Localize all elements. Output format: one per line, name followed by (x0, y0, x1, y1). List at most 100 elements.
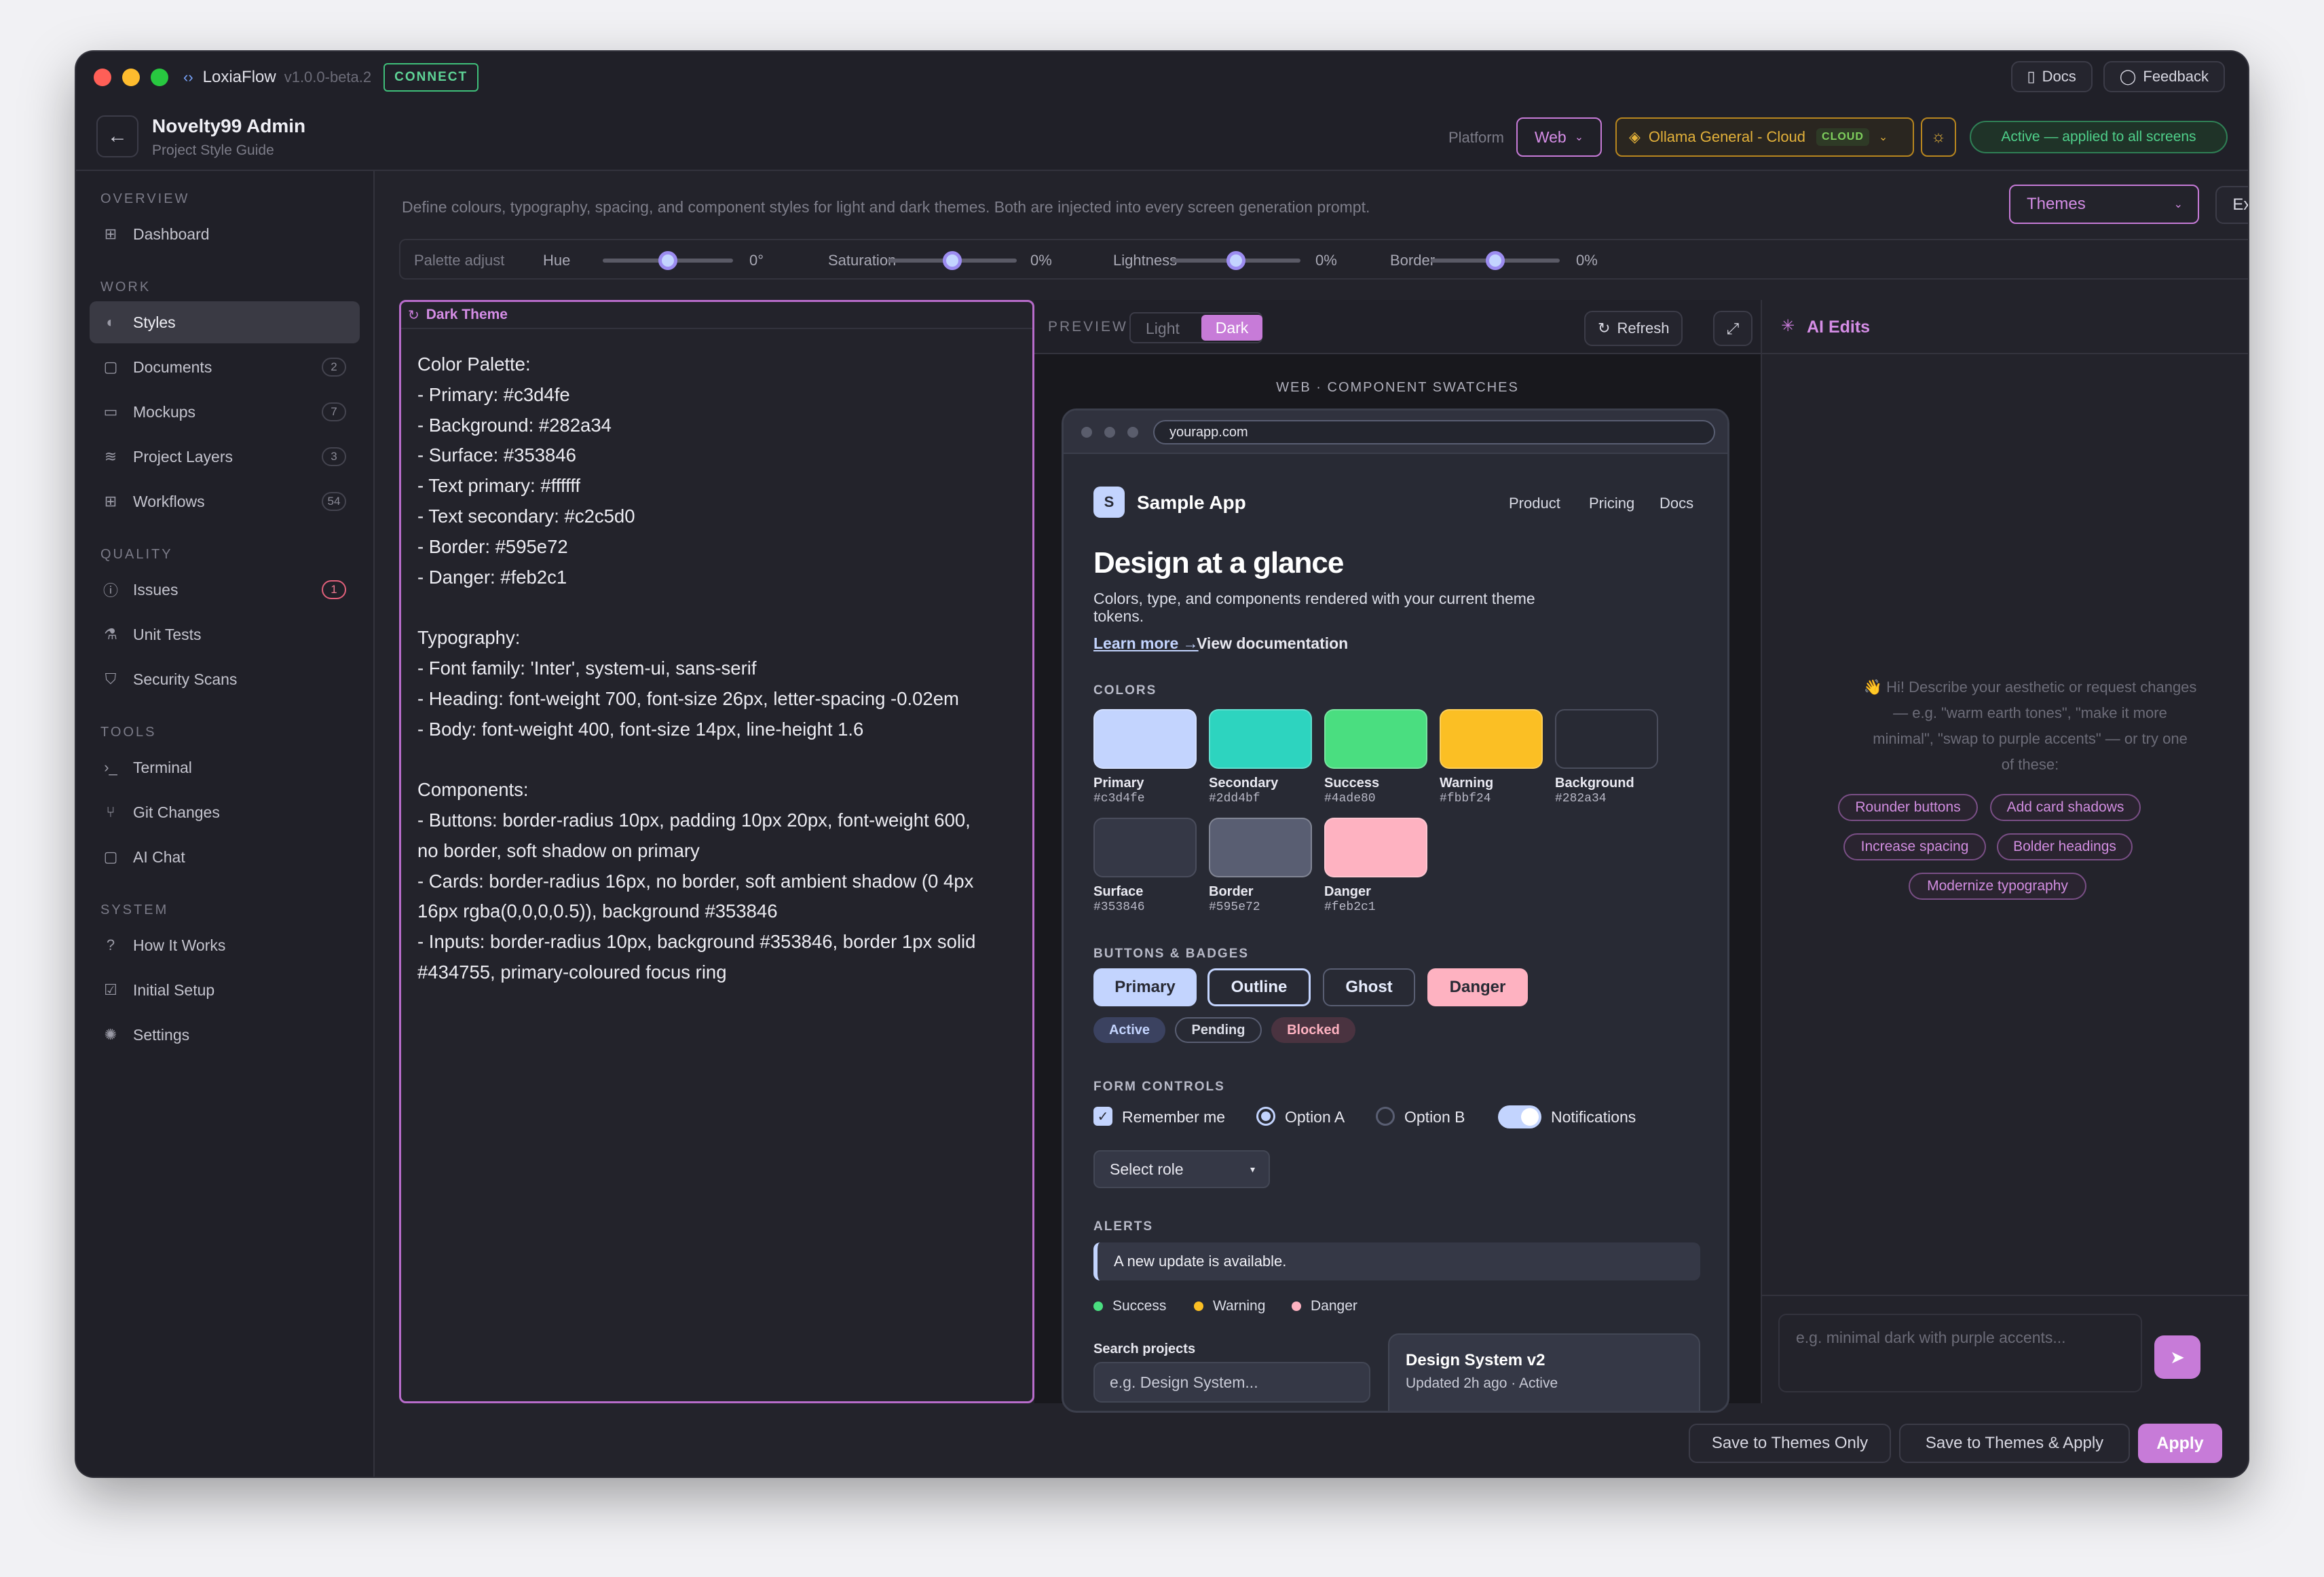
editor-line: - Danger: #feb2c1 (417, 566, 567, 588)
page-description: Define colours, typography, spacing, and… (402, 198, 1370, 216)
saturation-slider[interactable] (888, 251, 1017, 270)
sidebar-item-git-changes[interactable]: ⑂ Git Changes (90, 791, 360, 833)
sidebar-item-mockups[interactable]: ▭ Mockups 7 (90, 391, 360, 433)
swatch-name: Border (1209, 884, 1254, 899)
editor-line: - Body: font-weight 400, font-size 14px,… (417, 718, 864, 740)
close-window-icon[interactable] (94, 69, 111, 86)
sidebar-item-security-scans[interactable]: ⛉ Security Scans (90, 658, 360, 700)
docs-button[interactable]: ▯ Docs (2010, 61, 2093, 92)
feedback-button[interactable]: ◯ Feedback (2103, 61, 2225, 92)
warning-dot-icon (1194, 1302, 1203, 1311)
learn-more-link[interactable]: Learn more → (1093, 634, 1199, 653)
themes-select[interactable]: Themes ⌄ (2009, 185, 2199, 224)
workflows-count: 54 (322, 492, 346, 511)
sidebar-item-initial-setup[interactable]: ☑ Initial Setup (90, 969, 360, 1011)
chip-add-card-shadows[interactable]: Add card shadows (1990, 794, 2141, 821)
sidebar-section-system: SYSTEM (100, 902, 169, 917)
ghost-button[interactable]: Ghost (1323, 968, 1415, 1006)
swatch-secondary[interactable] (1209, 709, 1312, 769)
palette-adjust-label: Palette adjust (414, 252, 505, 269)
border-slider-knob[interactable] (1486, 251, 1505, 270)
issues-count: 1 (322, 580, 346, 599)
sidebar-item-dashboard[interactable]: ⊞ Dashboard (90, 213, 360, 255)
save-themes-apply-button[interactable]: Save to Themes & Apply (1899, 1424, 2130, 1463)
swatch-hex: #2dd4bf (1209, 792, 1260, 805)
mode-dark-button[interactable]: Dark (1201, 315, 1262, 341)
refresh-button[interactable]: ↻ Refresh (1584, 311, 1683, 346)
role-select[interactable]: Select role ▾ (1093, 1150, 1270, 1188)
project-card[interactable]: Design System v2 Updated 2h ago · Active (1388, 1333, 1700, 1411)
notifications-toggle[interactable] (1498, 1105, 1541, 1128)
send-button[interactable]: ➤ (2154, 1335, 2200, 1379)
export-button[interactable]: Export (2215, 186, 2248, 224)
option-a-radio[interactable] (1256, 1107, 1275, 1126)
danger-button[interactable]: Danger (1427, 968, 1528, 1006)
editor-line: - Primary: #c3d4fe (417, 383, 570, 405)
sidebar-item-unit-tests[interactable]: ⚗ Unit Tests (90, 613, 360, 656)
sample-nav-product[interactable]: Product (1509, 495, 1560, 512)
theme-sun-button[interactable]: ☼ (1921, 117, 1956, 157)
view-docs-link[interactable]: View documentation (1197, 634, 1348, 653)
swatch-danger[interactable] (1324, 818, 1427, 877)
chip-modernize-typography[interactable]: Modernize typography (1909, 873, 2086, 900)
chevron-down-icon: ⌄ (1574, 132, 1584, 143)
sidebar-item-workflows[interactable]: ⊞ Workflows 54 (90, 480, 360, 522)
outline-button[interactable]: Outline (1207, 968, 1311, 1006)
sidebar-item-ai-chat[interactable]: ▢ AI Chat (90, 836, 360, 878)
expand-button[interactable]: ⤢ (1713, 311, 1753, 346)
main-content: Define colours, typography, spacing, and… (375, 171, 2248, 1477)
swatch-success[interactable] (1324, 709, 1427, 769)
editor-line: - Text secondary: #c2c5d0 (417, 505, 635, 527)
browser-dot-icon (1104, 427, 1115, 438)
sidebar-section-overview: OVERVIEW (100, 191, 190, 206)
option-b-radio[interactable] (1376, 1107, 1395, 1126)
sidebar-item-issues[interactable]: ⓘ Issues 1 (90, 569, 360, 611)
swatch-border[interactable] (1209, 818, 1312, 877)
model-select[interactable]: ◈ Ollama General - Cloud CLOUD ⌄ (1615, 117, 1914, 157)
swatch-primary[interactable] (1093, 709, 1197, 769)
chip-increase-spacing[interactable]: Increase spacing (1843, 833, 1986, 860)
back-button[interactable]: ← (96, 115, 138, 157)
border-slider[interactable] (1431, 251, 1560, 270)
sidebar-item-styles[interactable]: ◐ Styles (90, 301, 360, 343)
swatch-warning[interactable] (1440, 709, 1543, 769)
sidebar-item-terminal[interactable]: ›_ Terminal (90, 746, 360, 788)
primary-button[interactable]: Primary (1093, 968, 1197, 1006)
monitor-icon: ▭ (103, 403, 118, 420)
url-bar[interactable]: yourapp.com (1153, 420, 1715, 444)
ai-prompt-input[interactable]: e.g. minimal dark with purple accents... (1778, 1314, 2142, 1392)
grid-icon: ⊞ (104, 225, 117, 242)
search-projects-input[interactable]: e.g. Design System... (1093, 1362, 1370, 1403)
remember-me-checkbox[interactable]: ✓ (1093, 1107, 1112, 1126)
platform-select[interactable]: Web ⌄ (1516, 117, 1602, 157)
editor-line: - Font family: 'Inter', system-ui, sans-… (417, 657, 757, 679)
editor-line: - Background: #282a34 (417, 414, 612, 436)
swatch-surface[interactable] (1093, 818, 1197, 877)
connect-button[interactable]: CONNECT (383, 63, 479, 92)
minimize-window-icon[interactable] (122, 69, 140, 86)
apply-button[interactable]: Apply (2138, 1424, 2222, 1463)
sidebar-item-documents[interactable]: ▢ Documents 2 (90, 346, 360, 388)
lightness-slider-knob[interactable] (1226, 251, 1245, 270)
chip-rounder-buttons[interactable]: Rounder buttons (1838, 794, 1978, 821)
hue-slider-knob[interactable] (658, 251, 677, 270)
sidebar-item-project-layers[interactable]: ≋ Project Layers 3 (90, 436, 360, 478)
sample-nav-docs[interactable]: Docs (1660, 495, 1693, 512)
chip-bolder-headings[interactable]: Bolder headings (1997, 833, 2133, 860)
mode-light-button[interactable]: Light (1146, 320, 1180, 338)
maximize-window-icon[interactable] (151, 69, 168, 86)
swatch-name: Primary (1093, 776, 1144, 791)
danger-dot-icon (1292, 1302, 1301, 1311)
theme-text-editor[interactable]: Color Palette: - Primary: #c3d4fe - Backgr… (417, 349, 1015, 988)
option-a-label: Option A (1285, 1108, 1345, 1126)
sample-nav-pricing[interactable]: Pricing (1589, 495, 1634, 512)
git-branch-icon: ⑂ (106, 803, 115, 820)
lightness-slider[interactable] (1172, 251, 1300, 270)
saturation-slider-knob[interactable] (943, 251, 962, 270)
sidebar-item-settings[interactable]: ✺ Settings (90, 1014, 360, 1056)
swatch-background[interactable] (1555, 709, 1658, 769)
hue-slider[interactable] (603, 251, 733, 270)
save-themes-only-button[interactable]: Save to Themes Only (1689, 1424, 1891, 1463)
sidebar-item-how-it-works[interactable]: ? How It Works (90, 924, 360, 966)
